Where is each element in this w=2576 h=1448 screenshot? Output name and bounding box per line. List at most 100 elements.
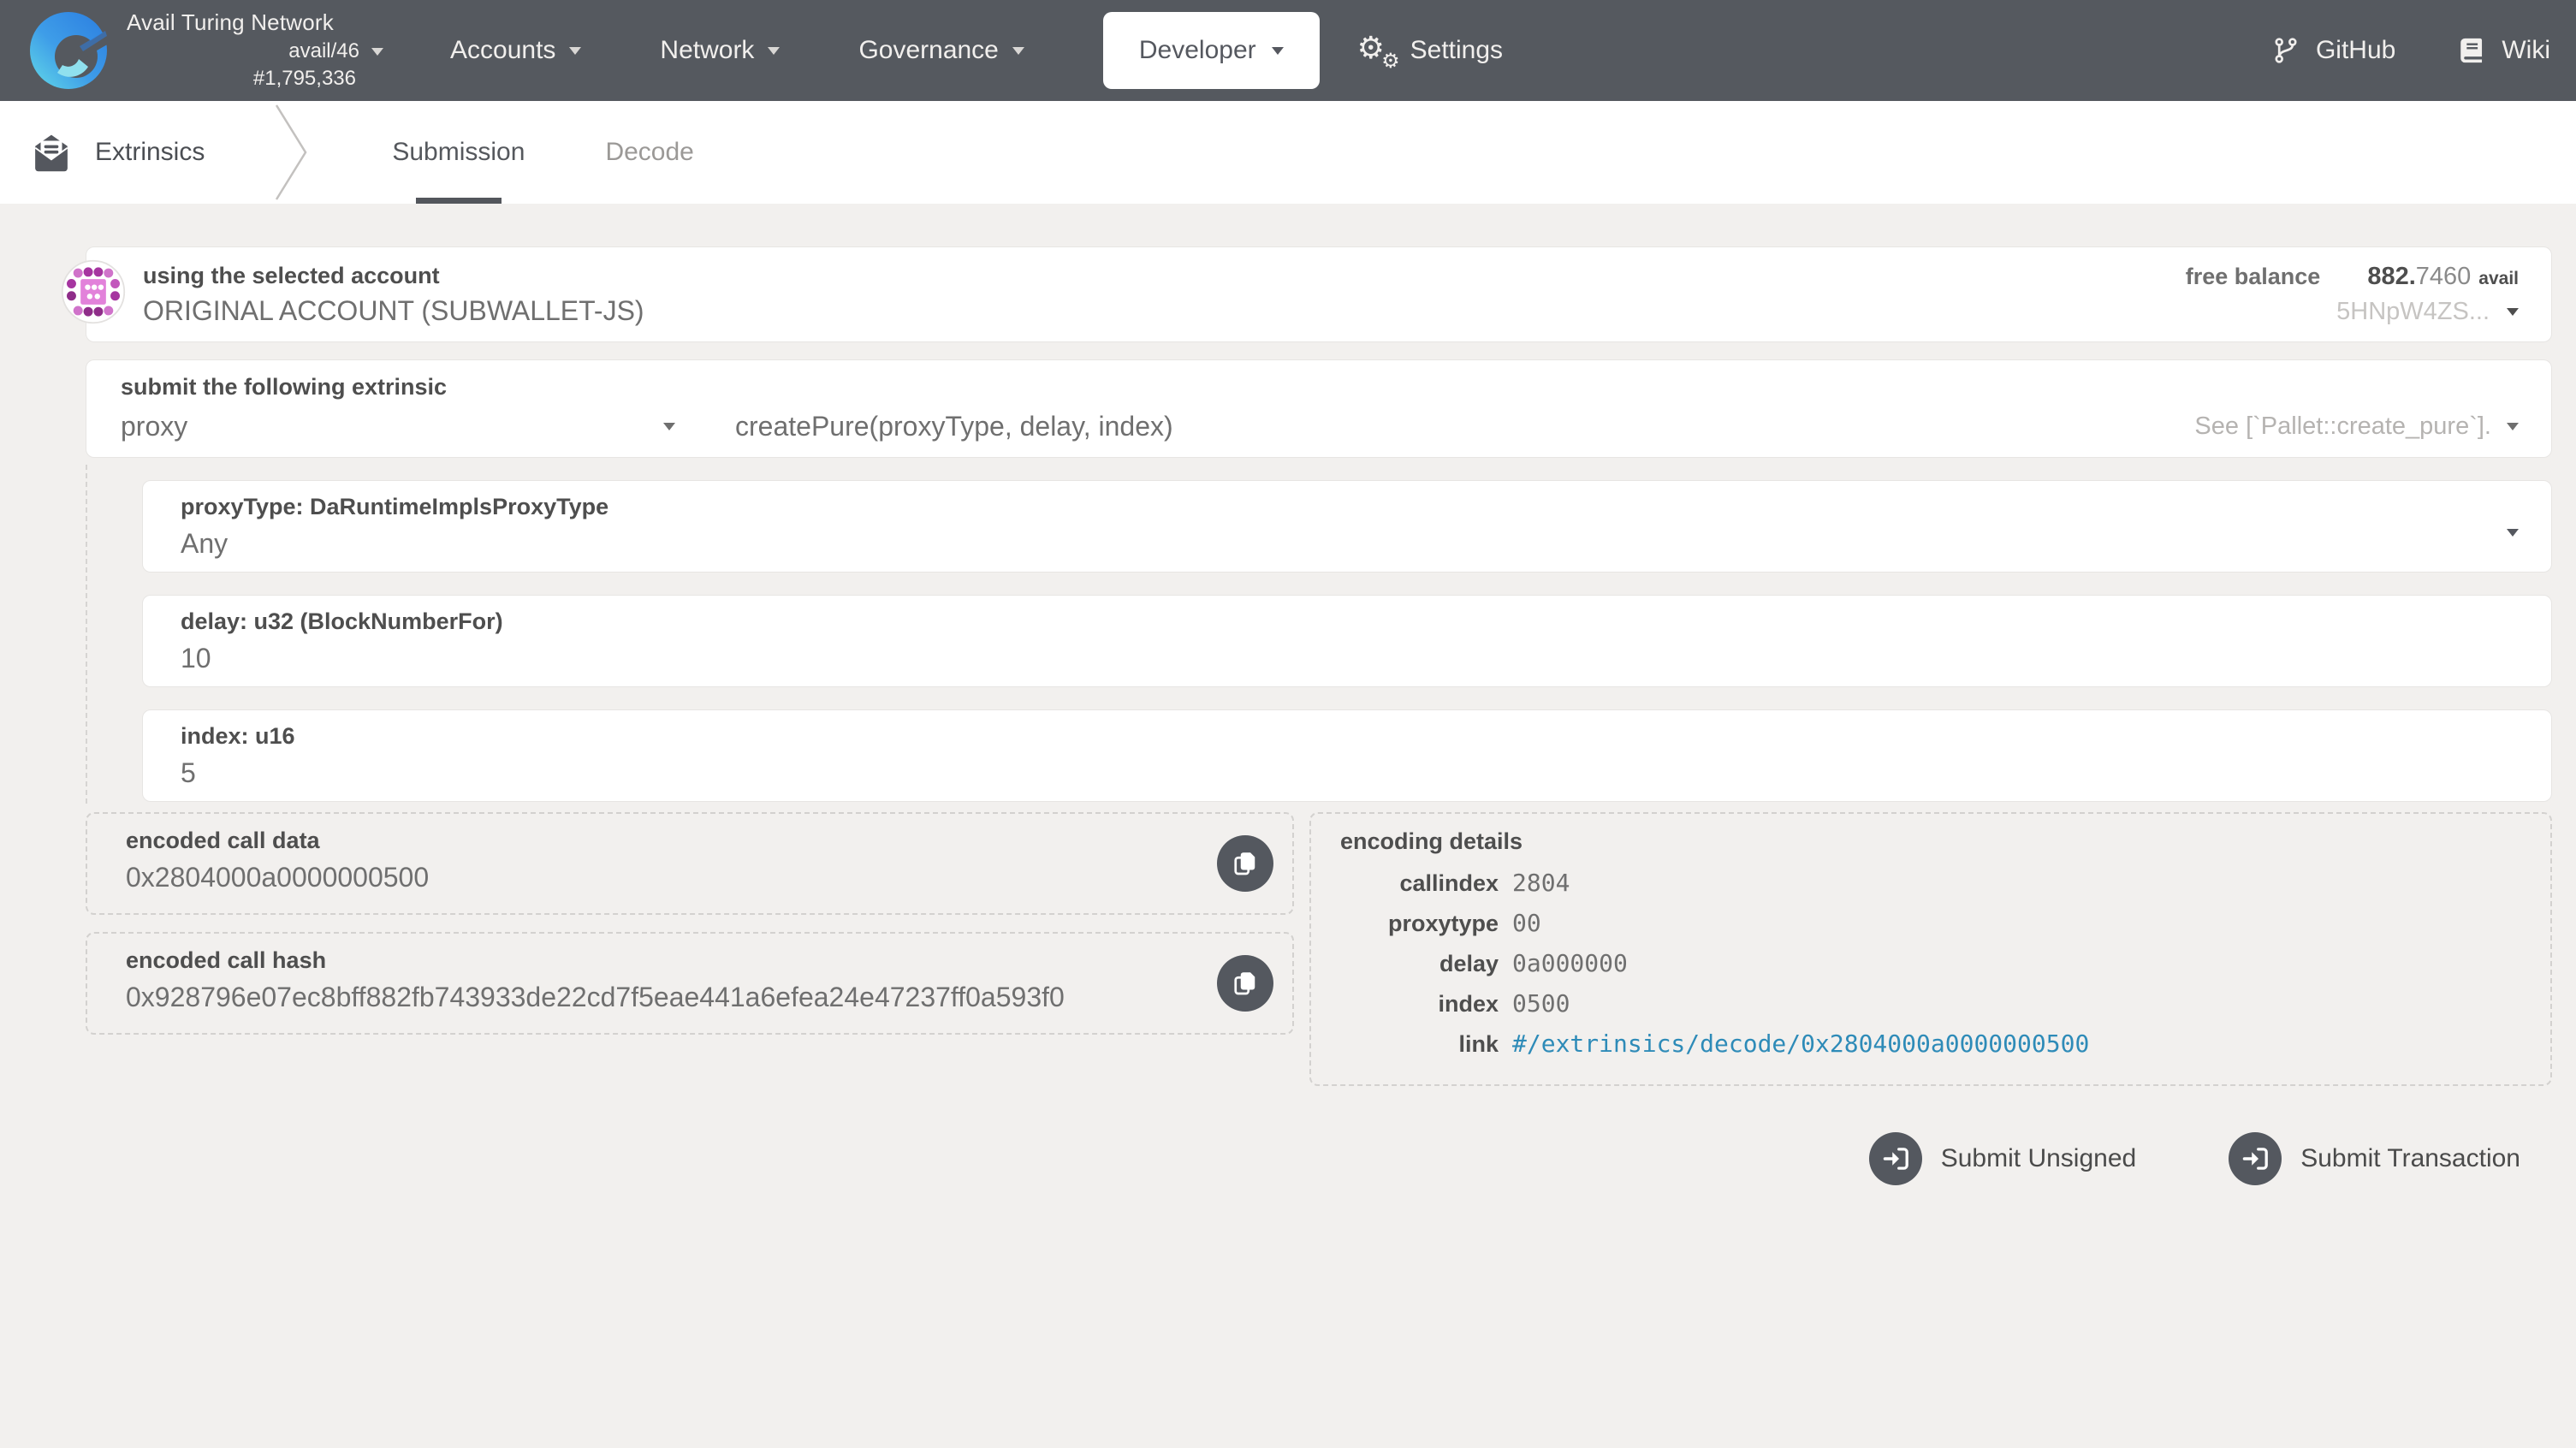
chevron-down-icon (371, 48, 383, 56)
encoded-call-data-value: 0x2804000a0000000500 (126, 862, 1190, 893)
encoded-call-hash-value: 0x928796e07ec8bff882fb743933de22cd7f5eae… (126, 982, 1190, 1013)
free-balance: free balance 882. 7460 avail (2186, 263, 2519, 291)
main-menu: Accounts Network Governance Developer ⚙⚙… (450, 0, 1503, 101)
encoding-details-title: encoding details (1340, 828, 2533, 855)
menu-governance-label: Governance (858, 36, 998, 65)
block-number: #1,795,336 (127, 67, 383, 91)
param-proxytype[interactable]: proxyType: DaRuntimeImplsProxyType Any (142, 480, 2552, 573)
proxytype-value: 00 (1512, 909, 1541, 937)
callindex-label: callindex (1340, 870, 1499, 897)
gears-icon: ⚙⚙ (1357, 32, 1398, 69)
envelope-open-icon (30, 131, 73, 174)
chevron-down-icon (663, 423, 675, 430)
free-balance-label: free balance (2186, 264, 2321, 290)
tab-submission[interactable]: Submission (392, 101, 525, 204)
tab-divider (271, 102, 311, 203)
book-icon (2457, 36, 2486, 65)
menu-developer-label: Developer (1139, 36, 1256, 65)
method-dropdown[interactable]: createPure(proxyType, delay, index) (735, 411, 1173, 442)
account-select-label: using the selected account (143, 263, 644, 289)
extrinsics-submission-page: using the selected account ORIGINAL ACCO… (0, 204, 2576, 1185)
chevron-down-icon (2507, 423, 2519, 430)
chevron-down-icon (1272, 47, 1284, 55)
index-value: 0500 (1512, 989, 1570, 1018)
chevron-down-icon (1012, 47, 1024, 55)
submit-actions: Submit Unsigned Submit Transaction (86, 1132, 2520, 1185)
balance-integer: 882. (2367, 263, 2415, 291)
detail-row-link: link #/extrinsics/decode/0x2804000a00000… (1340, 1030, 2533, 1058)
menu-governance[interactable]: Governance (858, 36, 1024, 65)
git-branch-icon (2271, 36, 2300, 65)
github-link[interactable]: GitHub (2271, 36, 2395, 65)
chevron-down-icon (768, 47, 780, 55)
encoded-call-data-label: encoded call data (126, 828, 1190, 854)
sign-in-icon (1869, 1132, 1922, 1185)
avail-logo[interactable] (26, 8, 111, 93)
chain-spec: avail/46 (288, 39, 359, 63)
submit-transaction-label: Submit Transaction (2300, 1144, 2520, 1173)
copy-call-data-button[interactable] (1217, 835, 1273, 892)
section-extrinsics[interactable]: Extrinsics (30, 101, 205, 204)
extrinsic-select-row: submit the following extrinsic proxy cre… (86, 359, 2552, 458)
chevron-down-icon (2507, 529, 2519, 537)
detail-row-proxytype: proxytype 00 (1340, 909, 2533, 937)
submit-unsigned-button[interactable]: Submit Unsigned (1869, 1132, 2136, 1185)
account-address-toggle[interactable]: 5HNpW4ZS... (2186, 298, 2519, 326)
chevron-down-icon (2507, 308, 2519, 316)
param-delay[interactable]: delay: u32 (BlockNumberFor) 10 (142, 595, 2552, 687)
menu-network[interactable]: Network (660, 36, 780, 65)
balance-fraction: 7460 (2416, 263, 2472, 291)
pallet-dropdown[interactable]: proxy (121, 411, 675, 442)
link-label: link (1340, 1031, 1499, 1058)
param-delay-label: delay: u32 (BlockNumberFor) (181, 608, 2517, 635)
param-index[interactable]: index: u16 5 (142, 709, 2552, 802)
param-delay-value: 10 (181, 643, 2517, 674)
menu-network-label: Network (660, 36, 754, 65)
pallet-value: proxy (121, 411, 187, 442)
menu-developer-active[interactable]: Developer (1103, 12, 1320, 89)
detail-row-callindex: callindex 2804 (1340, 869, 2533, 897)
copy-call-hash-button[interactable] (1217, 955, 1273, 1012)
proxytype-label: proxytype (1340, 911, 1499, 937)
encoding-details-box: encoding details callindex 2804 proxytyp… (1309, 812, 2552, 1086)
method-doc-text: See [`Pallet::create_pure`]. (2194, 412, 2491, 441)
account-name: ORIGINAL ACCOUNT (SUBWALLET-JS) (143, 295, 644, 327)
submit-transaction-button[interactable]: Submit Transaction (2229, 1132, 2520, 1185)
index-label: index (1340, 991, 1499, 1018)
encoded-call-data-box: encoded call data 0x2804000a0000000500 (86, 812, 1294, 915)
extrinsic-select-label: submit the following extrinsic (121, 374, 2519, 401)
param-index-label: index: u16 (181, 723, 2517, 750)
copy-icon (1230, 848, 1261, 879)
method-doc-toggle[interactable]: See [`Pallet::create_pure`]. (2194, 412, 2519, 441)
tab-decode-label: Decode (605, 138, 693, 167)
param-index-value: 5 (181, 757, 2517, 789)
network-name: Avail Turing Network (127, 10, 383, 36)
section-extrinsics-label: Extrinsics (95, 138, 205, 167)
tab-decode[interactable]: Decode (605, 101, 693, 204)
github-label: GitHub (2316, 36, 2395, 65)
wiki-link[interactable]: Wiki (2457, 36, 2550, 65)
copy-icon (1230, 968, 1261, 999)
method-value: createPure(proxyType, delay, index) (735, 411, 1173, 442)
balance-unit: avail (2478, 269, 2519, 289)
callindex-value: 2804 (1512, 869, 1570, 897)
tab-submission-label: Submission (392, 138, 525, 167)
delay-value: 0a000000 (1512, 949, 1628, 977)
top-navigation-bar: Avail Turing Network avail/46 #1,795,336… (0, 0, 2576, 101)
network-selector[interactable]: Avail Turing Network avail/46 #1,795,336 (127, 10, 383, 90)
account-select-row: using the selected account ORIGINAL ACCO… (86, 246, 2552, 342)
menu-accounts-label: Accounts (450, 36, 555, 65)
encoded-call-hash-label: encoded call hash (126, 947, 1190, 974)
menu-accounts[interactable]: Accounts (450, 36, 581, 65)
extrinsic-params: proxyType: DaRuntimeImplsProxyType Any d… (86, 465, 2552, 804)
account-identicon[interactable] (61, 259, 126, 324)
sign-in-icon (2229, 1132, 2282, 1185)
wiki-label: Wiki (2502, 36, 2550, 65)
tab-bar: Extrinsics Submission Decode (0, 101, 2576, 204)
encoded-call-hash-box: encoded call hash 0x928796e07ec8bff882fb… (86, 932, 1294, 1035)
account-dropdown[interactable]: using the selected account ORIGINAL ACCO… (143, 263, 644, 327)
menu-settings[interactable]: ⚙⚙ Settings (1357, 32, 1503, 69)
account-address-short: 5HNpW4ZS... (2336, 298, 2490, 326)
menu-settings-label: Settings (1410, 36, 1503, 65)
decode-link[interactable]: #/extrinsics/decode/0x2804000a0000000500 (1512, 1030, 2089, 1058)
